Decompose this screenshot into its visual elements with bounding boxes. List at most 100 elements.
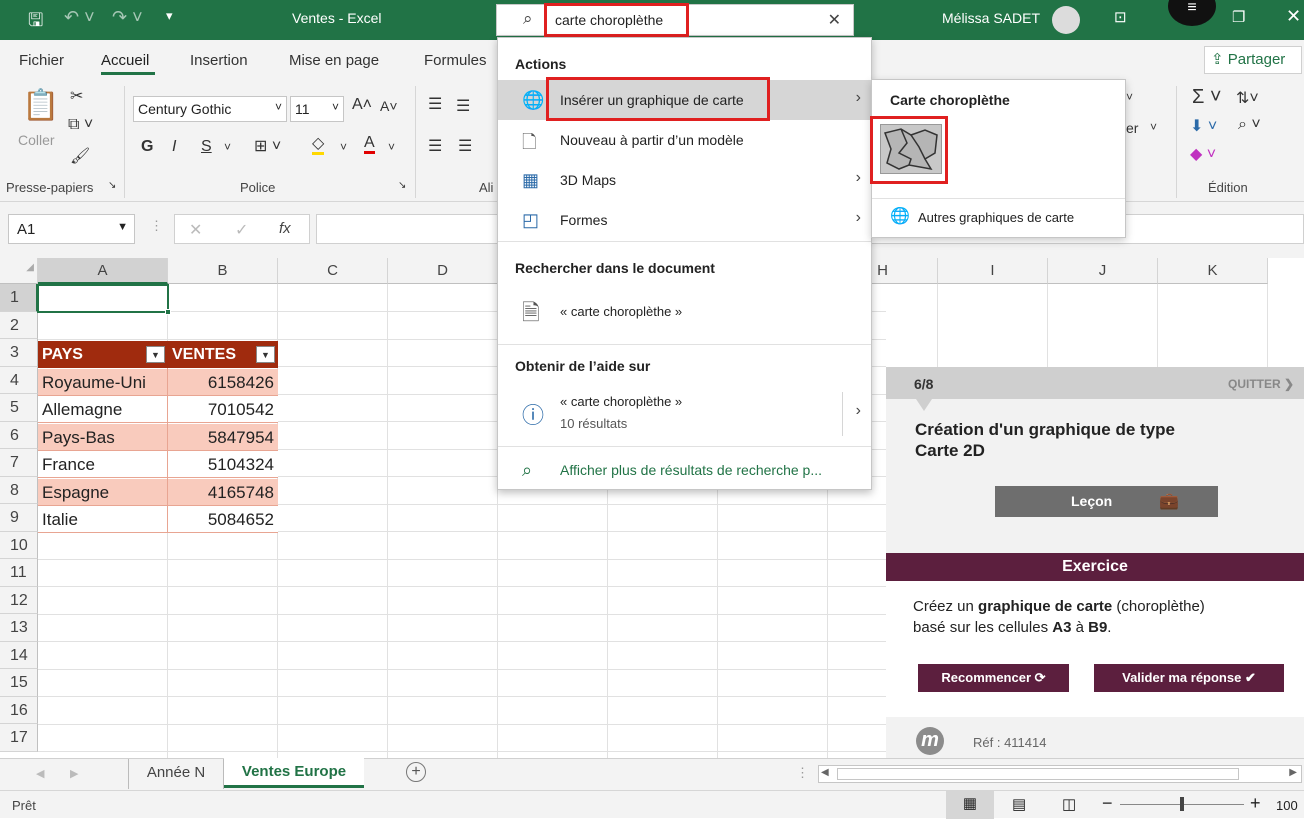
italic-button[interactable]: I [172,138,176,156]
column-header-d[interactable]: D [388,258,498,284]
scroll-left-icon[interactable]: ◀ [821,767,829,778]
cell-ventes[interactable]: 5104324 [168,451,278,478]
row-header-7[interactable]: 7 [0,449,38,477]
tab-fichier[interactable]: Fichier [19,52,64,69]
font-name-select[interactable]: Century Gothic ˅ [133,96,287,122]
redo-icon[interactable]: ↷ ˅ [112,7,143,28]
scroll-right-icon[interactable]: ▶ [1289,767,1297,778]
row-header-14[interactable]: 14 [0,641,38,669]
tab-formules[interactable]: Formules [424,52,487,69]
row-header-9[interactable]: 9 [0,504,38,532]
column-header-k[interactable]: K [1158,258,1268,284]
normal-view-button[interactable]: ▦ [946,791,994,819]
cell-pays[interactable]: Allemagne [38,396,126,423]
filter-dropdown-icon[interactable]: ▼ [256,346,275,363]
align-middle-icon[interactable]: ☰ [456,96,470,116]
row-header-2[interactable]: 2 [0,311,38,339]
quit-button[interactable]: QUITTER ❯ [1228,377,1294,391]
scrollbar-thumb[interactable] [837,768,1239,780]
name-box[interactable]: A1 ▼ [8,214,135,244]
row-header-1[interactable]: 1 [0,284,38,312]
cut-icon[interactable]: ✂ [70,86,83,106]
tab-accueil[interactable]: Accueil [101,52,149,69]
increase-font-icon[interactable]: A˄ [352,96,372,114]
menu-item-insert-map-chart[interactable]: 🌐 Insérer un graphique de carte › [498,77,871,121]
cell-ventes[interactable]: 7010542 [168,396,278,423]
menu-item-shapes[interactable]: ◰ Formes › [498,200,871,240]
zoom-out-icon[interactable]: − [1102,793,1113,814]
cell-ventes[interactable]: 5084652 [168,506,278,533]
cell-ventes[interactable]: 4165748 [168,479,278,506]
validate-button[interactable]: Valider ma réponse ✔ [1094,664,1284,692]
paste-label[interactable]: Coller [18,132,55,148]
drag-handle-icon[interactable]: ⋮ [796,765,809,781]
row-header-5[interactable]: 5 [0,394,38,422]
close-window-icon[interactable]: ✕ [1286,6,1301,27]
ribbon-display-icon[interactable]: ⊡ [1114,8,1127,26]
row-header-10[interactable]: 10 [0,531,38,559]
save-icon[interactable]: 🖫 [28,8,43,38]
borders-icon[interactable]: ⊞ ˅ [254,136,281,156]
drag-handle-icon[interactable]: ⋮ [150,218,163,234]
row-header-8[interactable]: 8 [0,476,38,504]
chevron-down-icon[interactable]: ˅ [224,140,231,154]
filter-dropdown-icon[interactable]: ▼ [146,346,165,363]
avatar[interactable] [1052,6,1080,34]
horizontal-scrollbar[interactable]: ◀ ▶ [818,765,1302,783]
insert-function-icon[interactable]: fx [279,220,291,237]
zoom-slider-thumb[interactable] [1180,797,1184,811]
search-box[interactable]: ⌕ carte choroplèthe ✕ [496,3,854,37]
tab-mise-en-page[interactable]: Mise en page [289,52,379,69]
row-header-4[interactable]: 4 [0,366,38,394]
page-break-icon[interactable]: ◫ [1062,795,1076,813]
add-sheet-icon[interactable]: + [406,762,426,782]
help-result[interactable]: ⓘ « carte choroplèthe » 10 résultats › [498,390,871,438]
cell-pays[interactable]: Pays-Bas [38,424,119,451]
align-center-icon[interactable]: ☰ [458,136,472,156]
cancel-icon[interactable]: ✕ [189,220,202,240]
zoom-in-icon[interactable]: + [1250,793,1261,814]
menu-item-new-from-template[interactable]: 🗋 Nouveau à partir d’un modèle [498,120,871,160]
cell-pays[interactable]: France [38,451,99,478]
cell-ventes[interactable]: 6158426 [168,369,278,396]
search-document-result[interactable]: 🗎 « carte choroplèthe » [498,292,871,332]
row-header-3[interactable]: 3 [0,339,38,367]
lesson-button[interactable]: Leçon 💼 [995,486,1218,517]
menu-item-3d-maps[interactable]: ▦ 3D Maps › [498,160,871,200]
restore-icon[interactable]: ❐ [1232,8,1245,26]
copy-icon[interactable]: ⧉ ˅ [68,116,93,134]
format-painter-icon[interactable]: 🖌 [70,146,90,166]
find-icon[interactable]: ⌕ ˅ [1238,116,1261,134]
chevron-down-icon[interactable]: ˅ [388,140,395,154]
cell-ventes[interactable]: 5847954 [168,424,278,451]
row-header-15[interactable]: 15 [0,669,38,697]
underline-button[interactable]: S [201,138,212,156]
font-launcher-icon[interactable]: ↘ [398,180,406,191]
undo-icon[interactable]: ↶ ˅ [64,7,95,28]
font-size-select[interactable]: 11 ˅ [290,96,344,122]
cell-pays[interactable]: Royaume-Uni [38,369,150,396]
column-header-a[interactable]: A [38,258,168,284]
sort-filter-icon[interactable]: ⇅˅ [1236,88,1259,108]
other-map-charts-link[interactable]: Autres graphiques de carte [918,210,1074,225]
zoom-level[interactable]: 100 [1276,798,1298,813]
table-header-pays[interactable]: PAYS [38,341,87,368]
scroll-left-icon[interactable]: ◀ [36,767,44,780]
number-format-fragment[interactable]: er [1126,120,1138,136]
fill-color-icon[interactable]: ◇ [312,136,325,155]
autosum-icon[interactable]: Σ ˅ [1192,86,1222,109]
sheet-tab-annee-n[interactable]: Année N [128,759,224,789]
row-header-13[interactable]: 13 [0,614,38,642]
align-top-icon[interactable]: ☰ [428,94,442,114]
restart-button[interactable]: Recommencer ⟳ [918,664,1069,692]
fill-handle[interactable] [165,309,171,315]
sheet-tab-ventes-europe[interactable]: Ventes Europe [224,758,364,788]
font-color-icon[interactable]: A [364,135,375,154]
chevron-down-icon[interactable]: ˅ [340,140,347,154]
column-header-c[interactable]: C [278,258,388,284]
clipboard-launcher-icon[interactable]: ↘ [108,180,116,191]
clear-icon[interactable]: ◆ ˅ [1190,144,1216,164]
row-header-16[interactable]: 16 [0,696,38,724]
menu-icon[interactable]: ≡ [1168,0,1216,26]
more-results-link[interactable]: ⌕ Afficher plus de résultats de recherch… [498,450,871,490]
